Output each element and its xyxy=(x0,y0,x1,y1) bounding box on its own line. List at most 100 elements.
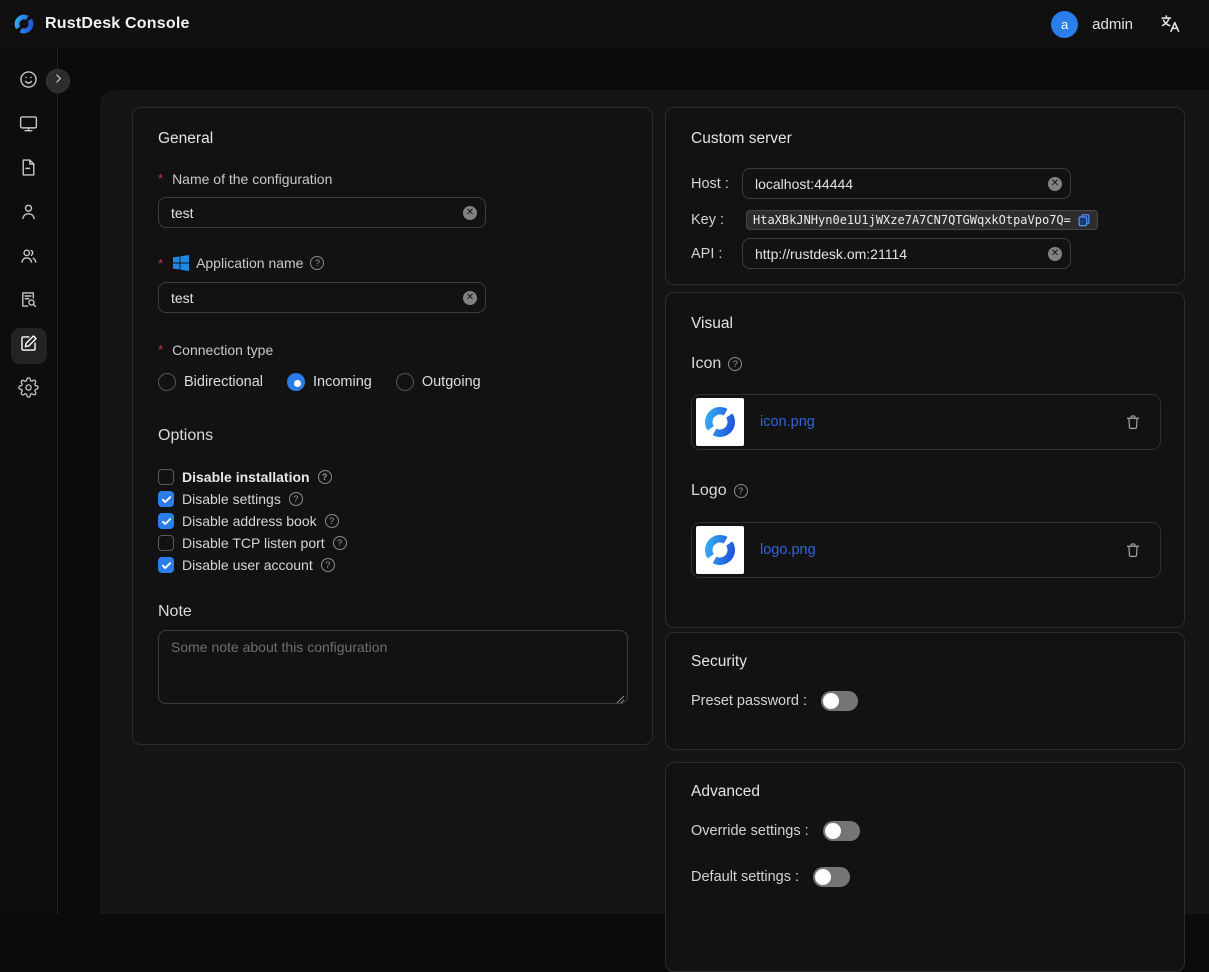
sidebar-item-groups[interactable] xyxy=(11,240,47,276)
help-icon[interactable]: ? xyxy=(734,484,748,498)
sidebar xyxy=(0,48,58,914)
logo-upload-row: logo.png xyxy=(691,522,1161,578)
sidebar-item-users[interactable] xyxy=(11,196,47,232)
config-name-label: * Name of the configuration xyxy=(158,171,332,187)
people-icon xyxy=(18,245,39,271)
override-settings-label: Override settings : xyxy=(691,823,809,839)
icon-file-link[interactable]: icon.png xyxy=(760,414,815,430)
clear-app-name-icon[interactable]: ✕ xyxy=(463,291,477,305)
icon-label: Icon xyxy=(691,355,721,373)
note-textarea[interactable] xyxy=(158,630,628,704)
advanced-card: Advanced Override settings : Default set… xyxy=(665,762,1185,972)
help-icon[interactable]: ? xyxy=(325,514,339,528)
document-icon xyxy=(18,157,39,183)
windows-icon xyxy=(173,255,189,271)
radio-dot xyxy=(396,373,414,391)
checkbox-box xyxy=(158,469,174,485)
clear-host-icon[interactable]: ✕ xyxy=(1048,177,1062,191)
help-icon[interactable]: ? xyxy=(728,357,742,371)
checkbox-disable-user-account[interactable]: Disable user account ? xyxy=(158,554,347,576)
user-name[interactable]: admin xyxy=(1092,16,1133,33)
sidebar-item-documents[interactable] xyxy=(11,152,47,188)
toggle-knob xyxy=(825,823,841,839)
sidebar-expand-button[interactable] xyxy=(46,69,70,93)
api-input[interactable] xyxy=(742,238,1071,269)
api-label: API : xyxy=(691,246,742,262)
radio-bidirectional[interactable]: Bidirectional xyxy=(158,373,263,391)
security-card: Security Preset password : xyxy=(665,632,1185,750)
advanced-title: Advanced xyxy=(691,783,760,801)
required-asterisk: * xyxy=(158,256,163,271)
help-icon[interactable]: ? xyxy=(333,536,347,550)
default-settings-toggle[interactable] xyxy=(813,867,850,887)
general-card: General * Name of the configuration ✕ * … xyxy=(132,107,653,745)
logo-file-link[interactable]: logo.png xyxy=(760,542,816,558)
help-icon[interactable]: ? xyxy=(318,470,332,484)
host-label: Host : xyxy=(691,176,742,192)
document-search-icon xyxy=(18,289,39,315)
icon-preview-image xyxy=(696,398,744,446)
edit-icon xyxy=(18,333,39,359)
radio-dot xyxy=(287,373,305,391)
person-icon xyxy=(18,201,39,227)
server-key-value: HtaXBkJNHyn0e1U1jWXze7A7CN7QTGWqxkOtpaVp… xyxy=(753,213,1071,227)
main-content: General * Name of the configuration ✕ * … xyxy=(100,90,1209,914)
sidebar-item-settings[interactable] xyxy=(11,372,47,408)
checkbox-box xyxy=(158,557,174,573)
checkbox-disable-settings[interactable]: Disable settings ? xyxy=(158,488,347,510)
visual-title: Visual xyxy=(691,315,733,333)
security-title: Security xyxy=(691,653,747,671)
clear-api-icon[interactable]: ✕ xyxy=(1048,247,1062,261)
key-label: Key : xyxy=(691,212,746,228)
icon-upload-row: icon.png xyxy=(691,394,1161,450)
app-name-label: Application name xyxy=(196,255,303,271)
help-icon[interactable]: ? xyxy=(310,256,324,270)
required-asterisk: * xyxy=(158,342,163,357)
sidebar-item-audit[interactable] xyxy=(11,284,47,320)
logo-preview-image xyxy=(696,526,744,574)
top-bar: RustDesk Console a admin xyxy=(0,0,1209,48)
trash-icon[interactable] xyxy=(1124,541,1142,559)
radio-incoming[interactable]: Incoming xyxy=(287,373,372,391)
user-avatar[interactable]: a xyxy=(1051,11,1078,38)
checkbox-disable-tcp-listen-port[interactable]: Disable TCP listen port ? xyxy=(158,532,347,554)
checkbox-disable-address-book[interactable]: Disable address book ? xyxy=(158,510,347,532)
options-label: Options xyxy=(158,427,213,444)
sidebar-item-dashboard[interactable] xyxy=(11,64,47,100)
visual-card: Visual Icon ? icon.png Logo ? xyxy=(665,292,1185,628)
monitor-icon xyxy=(18,113,39,139)
custom-server-card: Custom server Host : ✕ Key : HtaXBkJNHyn… xyxy=(665,107,1185,285)
logo-label: Logo xyxy=(691,482,727,500)
translate-icon[interactable] xyxy=(1159,13,1181,35)
default-settings-label: Default settings : xyxy=(691,869,799,885)
checkbox-box xyxy=(158,491,174,507)
checkbox-box xyxy=(158,513,174,529)
radio-dot xyxy=(158,373,176,391)
required-asterisk: * xyxy=(158,171,163,186)
sidebar-item-devices[interactable] xyxy=(11,108,47,144)
app-name-input[interactable] xyxy=(158,282,486,313)
checkbox-box xyxy=(158,535,174,551)
help-icon[interactable]: ? xyxy=(289,492,303,506)
gear-icon xyxy=(18,377,39,403)
override-settings-toggle[interactable] xyxy=(823,821,860,841)
help-icon[interactable]: ? xyxy=(321,558,335,572)
general-title: General xyxy=(158,130,213,148)
preset-password-toggle[interactable] xyxy=(821,691,858,711)
chevron-right-icon xyxy=(52,72,65,90)
app-title: RustDesk Console xyxy=(45,15,190,33)
toggle-knob xyxy=(823,693,839,709)
config-name-input[interactable] xyxy=(158,197,486,228)
checkbox-disable-installation[interactable]: Disable installation ? xyxy=(158,466,347,488)
clear-config-name-icon[interactable]: ✕ xyxy=(463,206,477,220)
sidebar-item-configurations[interactable] xyxy=(11,328,47,364)
rustdesk-logo-icon xyxy=(12,12,36,36)
copy-icon[interactable] xyxy=(1077,213,1091,227)
note-label: Note xyxy=(158,603,192,620)
radio-outgoing[interactable]: Outgoing xyxy=(396,373,481,391)
toggle-knob xyxy=(815,869,831,885)
connection-type-label: * Connection type xyxy=(158,342,273,358)
custom-server-title: Custom server xyxy=(691,130,792,148)
trash-icon[interactable] xyxy=(1124,413,1142,431)
host-input[interactable] xyxy=(742,168,1071,199)
